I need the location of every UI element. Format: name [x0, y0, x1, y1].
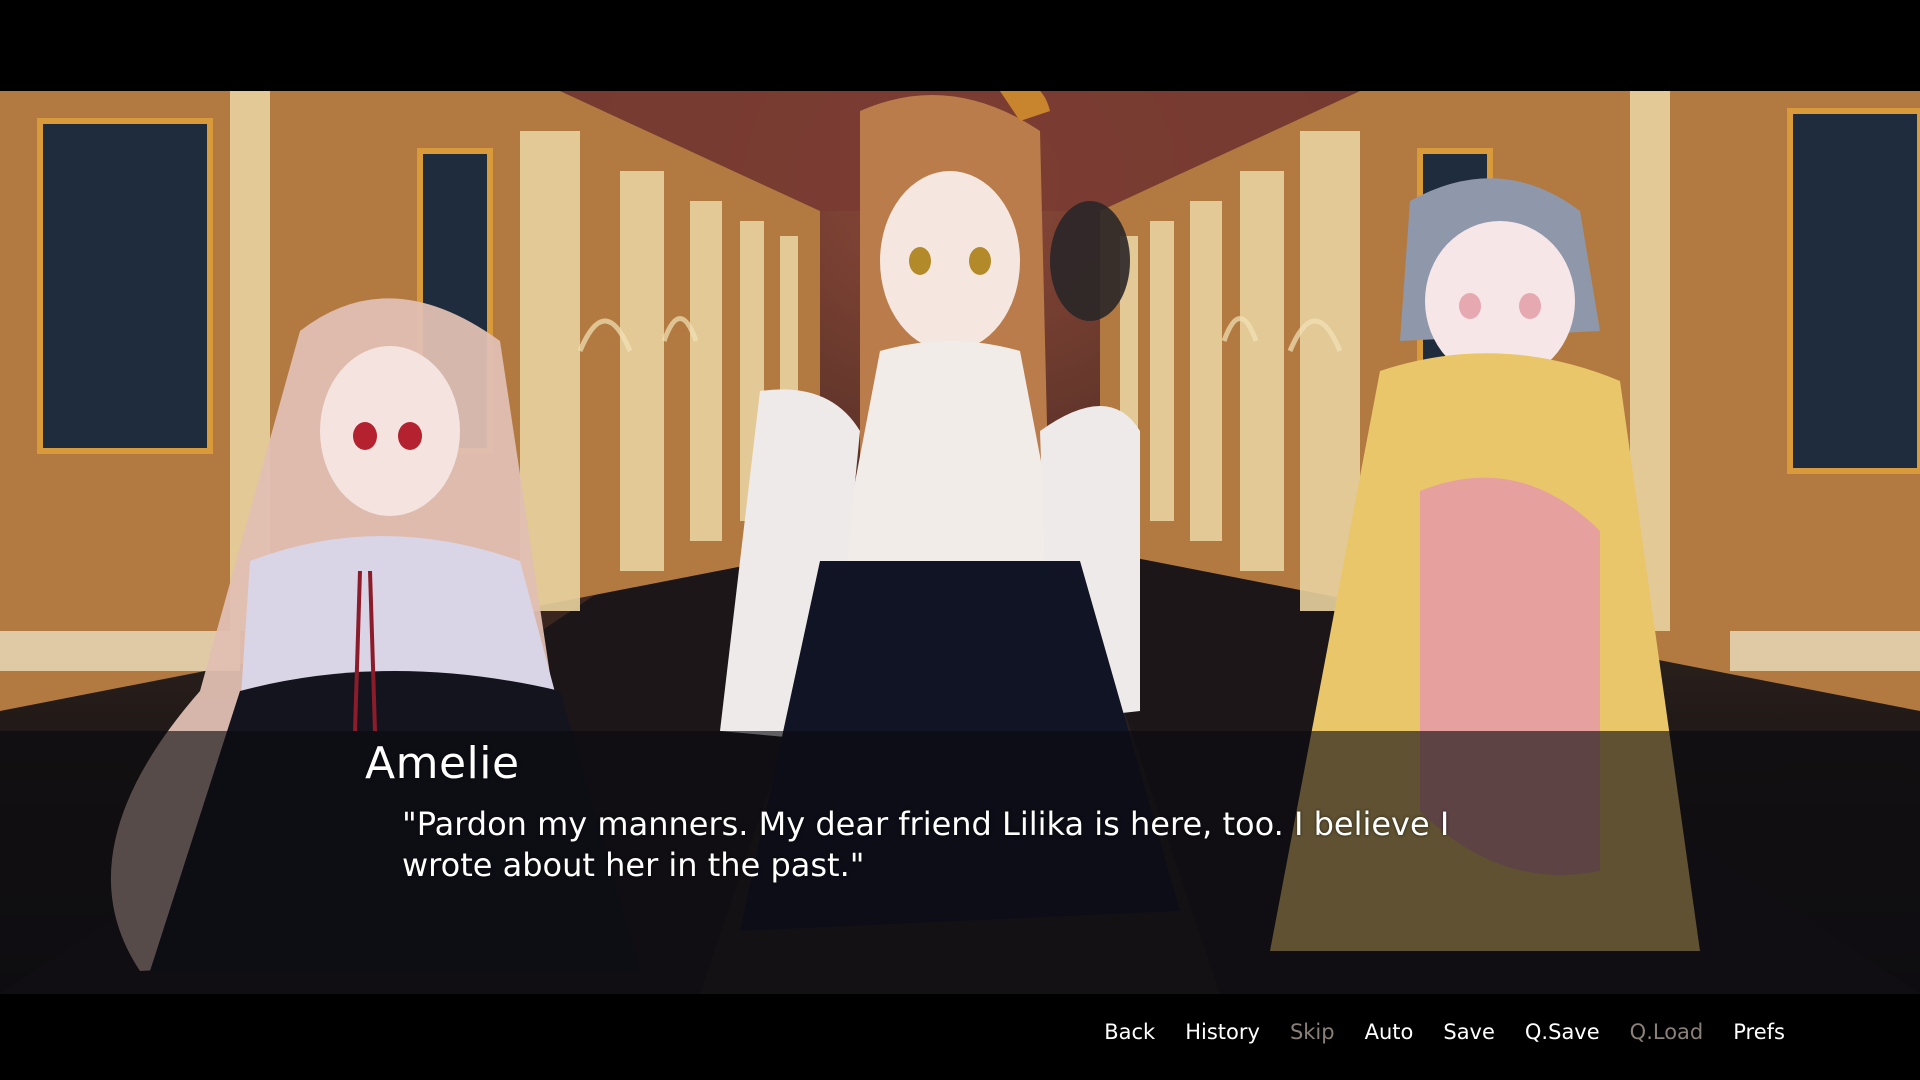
- quick-save-button[interactable]: Q.Save: [1525, 1020, 1600, 1044]
- dialogue-text: "Pardon my manners. My dear friend Lilik…: [402, 805, 1450, 884]
- quick-menu: Back History Skip Auto Save Q.Save Q.Loa…: [1074, 1020, 1785, 1044]
- skip-button[interactable]: Skip: [1290, 1020, 1335, 1044]
- game-screen[interactable]: Amelie "Pardon my manners. My dear frien…: [0, 0, 1920, 1080]
- prefs-button[interactable]: Prefs: [1733, 1020, 1785, 1044]
- save-button[interactable]: Save: [1443, 1020, 1495, 1044]
- history-button[interactable]: History: [1185, 1020, 1260, 1044]
- quick-load-button[interactable]: Q.Load: [1630, 1020, 1704, 1044]
- auto-button[interactable]: Auto: [1365, 1020, 1414, 1044]
- speaker-name: Amelie: [365, 738, 520, 789]
- letterbox-top: [0, 0, 1920, 91]
- back-button[interactable]: Back: [1104, 1020, 1155, 1044]
